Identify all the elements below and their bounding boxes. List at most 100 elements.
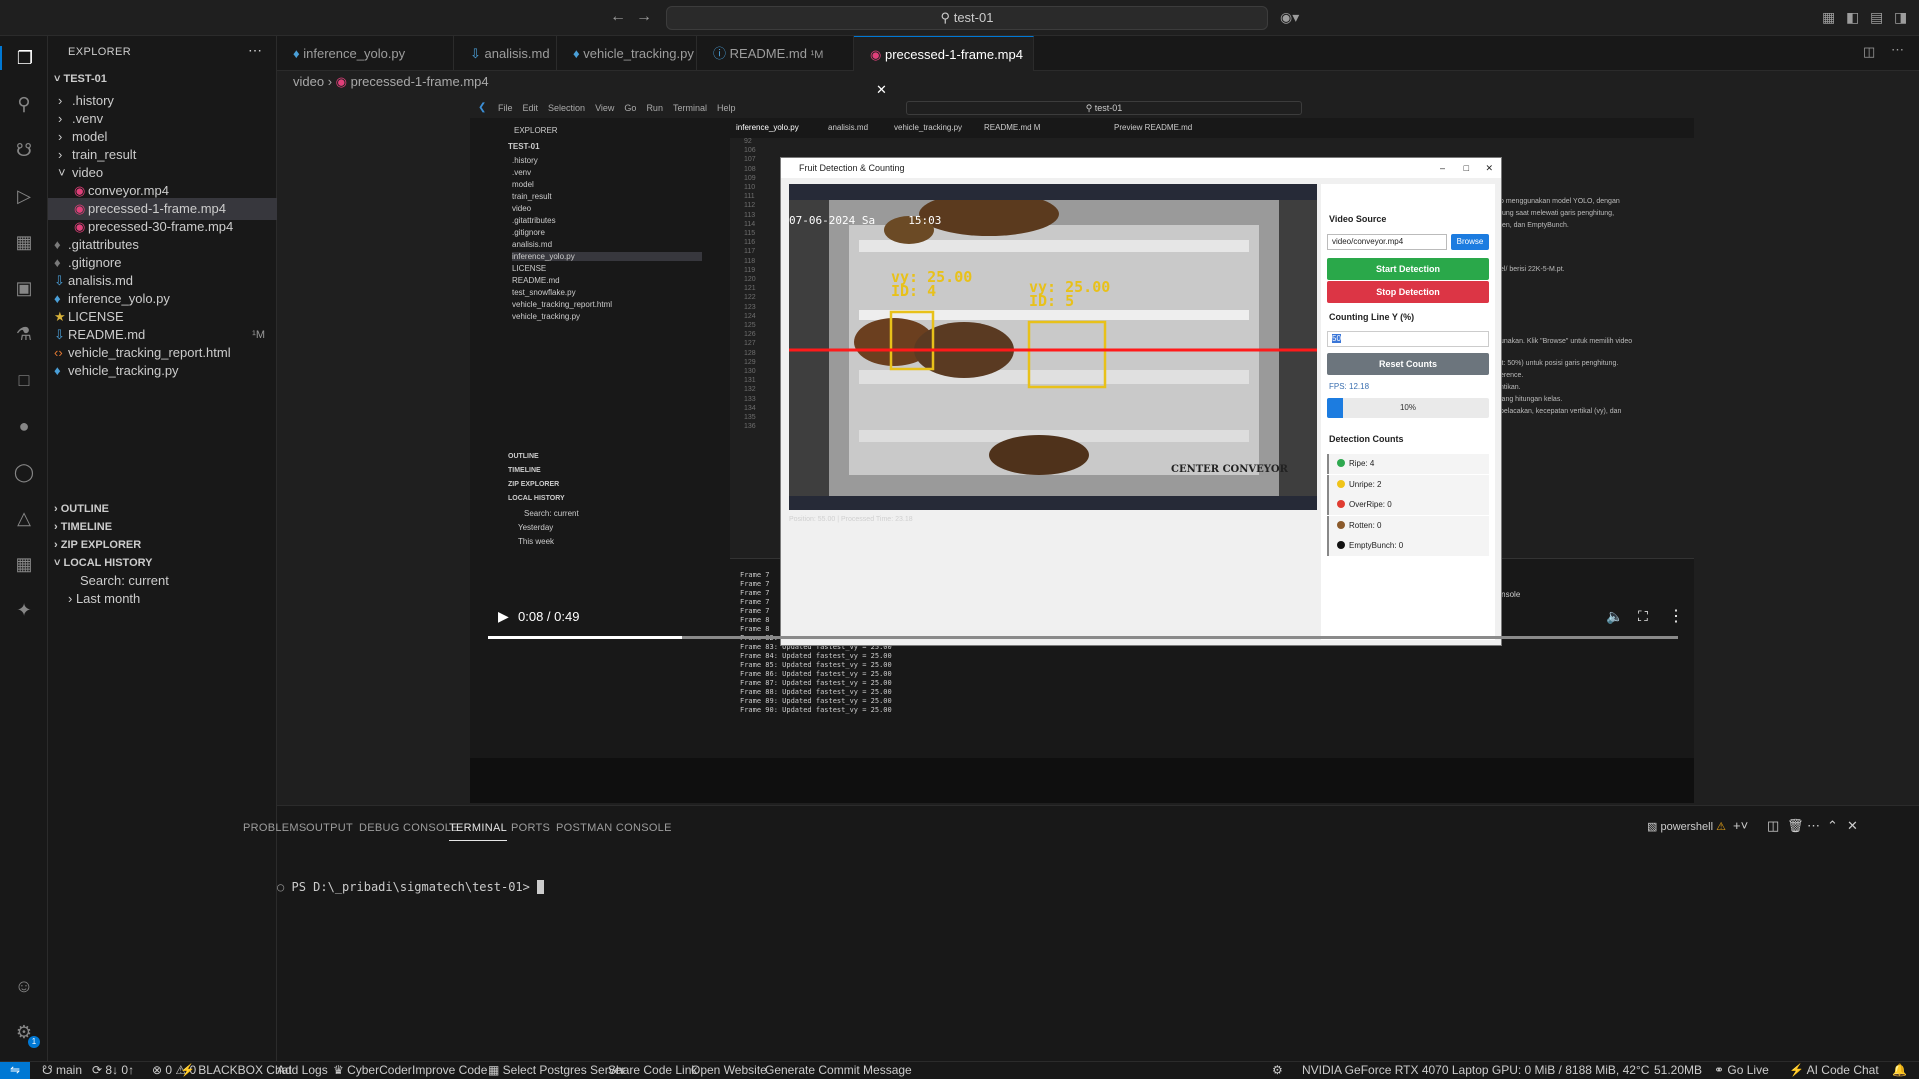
volume-icon[interactable]: 🔈 [1606, 608, 1623, 625]
line-number: 107 [744, 156, 756, 164]
database-icon[interactable]: ◯ [12, 460, 36, 484]
readme-text: el/ berisi 22K-5-M.pt. [1500, 266, 1565, 273]
class-color-dot [1337, 520, 1345, 529]
tab-readme[interactable]: ⓘ README.md ¹M [697, 36, 854, 71]
kill-terminal-icon[interactable]: 🗑 [1787, 818, 1804, 834]
remote-indicator-icon[interactable]: ⇋ [0, 1062, 30, 1079]
forward-arrow-icon[interactable]: → [636, 8, 652, 26]
notifications-icon[interactable]: 🔔 [1892, 1062, 1907, 1079]
toggle-sidebar-icon[interactable]: ◧ [1846, 9, 1859, 26]
inner-menu-item: Help [716, 103, 736, 113]
play-icon[interactable]: ▶ [498, 608, 509, 625]
more-actions-icon[interactable]: ⋯ [248, 42, 262, 59]
inner-tab: README.md M [984, 123, 1041, 132]
terminal-line: Frame 85: Updated fastest_vy = 25.00 [740, 661, 892, 669]
kubernetes-icon[interactable]: ✦ [12, 598, 36, 622]
workspace-root[interactable]: ˅ TEST-01 [48, 68, 277, 90]
status-item[interactable]: Open Website [691, 1062, 767, 1079]
run-debug-icon[interactable]: ▷ [12, 184, 36, 208]
panel-tab[interactable]: OUTPUT [306, 822, 353, 834]
minimize-icon[interactable]: – [1440, 158, 1445, 178]
inner-tab: Preview README.md [1114, 123, 1193, 132]
inner-menu-item: File [498, 103, 513, 113]
status-item[interactable]: Improve Code [412, 1062, 487, 1079]
source-control-icon[interactable]: ☋ [12, 138, 36, 162]
terminal-prompt[interactable]: ○ PS D:\_pribadi\sigmatech\test-01> [277, 880, 545, 894]
command-center-search[interactable]: ⚲ test-01 [666, 6, 1268, 30]
start-detection-button[interactable]: Start Detection [1327, 258, 1489, 280]
status-item[interactable]: ⚡ BLACKBOX Chat [180, 1062, 292, 1079]
video-source-label: Video Source [1329, 214, 1387, 224]
editor-more-icon[interactable]: ⋯ [1891, 42, 1904, 58]
inner-file-item: video [512, 204, 532, 213]
status-item[interactable]: ♛ CyberCoder [333, 1062, 412, 1079]
video-player[interactable]: ❮ File Edit Selection View Go Run Terminal Help… [470, 98, 1694, 803]
explorer-icon[interactable]: ❐ [0, 46, 48, 70]
status-item[interactable]: Generate Commit Message [765, 1062, 912, 1079]
title-bar: ← → ⚲ test-01 ◉▾ ▦ ◧ ▤ ◨ [0, 0, 1919, 36]
inner-gutter: 92 106 107 108 109 110 111 112 113 114 115 116 117 11… [730, 138, 768, 558]
customize-layout-icon[interactable]: ▦ [1822, 9, 1835, 26]
split-editor-icon[interactable]: ◫ [1863, 44, 1875, 60]
terminal-shell-selector[interactable]: ▧ powershell ⚠ [1647, 820, 1726, 833]
reset-counts-button[interactable]: Reset Counts [1327, 353, 1489, 375]
back-arrow-icon[interactable]: ← [610, 8, 626, 26]
panel-tab[interactable]: PROBLEMS [243, 822, 307, 834]
toggle-secondary-sidebar-icon[interactable]: ◨ [1894, 9, 1907, 26]
tab-analisis[interactable]: ⇩ analisis.md [454, 36, 557, 71]
readme-text: pelacakan, kecepatan vertikal (vy), dan [1500, 408, 1622, 415]
conveyor-image [789, 200, 1317, 496]
readme-text: unakan. Klik "Browse" untuk memilih vide… [1500, 338, 1633, 345]
status-item[interactable]: ▦ Select Postgres Server [488, 1062, 625, 1079]
more-options-icon[interactable]: ⋮ [1668, 606, 1684, 626]
tab-inference-yolo[interactable]: ♦ inference_yolo.py [277, 36, 454, 71]
line-number: 106 [744, 147, 756, 155]
close-icon[interactable]: ✕ [876, 82, 887, 97]
tab-precessed-1-frame[interactable]: ◉ precessed-1-frame.mp4 ✕ [854, 36, 1034, 97]
remote-explorer-icon[interactable]: ▣ [12, 276, 36, 300]
stop-detection-button[interactable]: Stop Detection [1327, 281, 1489, 303]
branch-indicator[interactable]: ☋ main [42, 1062, 82, 1079]
close-panel-icon[interactable]: ✕ [1847, 818, 1858, 834]
toggle-panel-icon[interactable]: ▤ [1870, 9, 1883, 26]
video-path-input[interactable]: video/conveyor.mp4 [1327, 234, 1447, 250]
chat-icon[interactable]: □ [12, 368, 36, 392]
history-group[interactable]: › Last month [48, 588, 277, 610]
testing-icon[interactable]: ⚗ [12, 322, 36, 346]
copilot-icon[interactable]: ◉▾ [1280, 9, 1299, 26]
ai-code-chat-button[interactable]: ⚡ AI Code Chat [1789, 1062, 1879, 1079]
video-time: 0:08 / 0:49 [518, 609, 580, 624]
inner-file-item: inference_yolo.py [512, 252, 702, 261]
browse-button[interactable]: Browse [1451, 234, 1489, 250]
account-icon[interactable]: ☺ [12, 974, 36, 998]
panel-tab[interactable]: DEBUG CONSOLE [359, 822, 459, 834]
counting-line-input[interactable]: 50 [1327, 331, 1489, 347]
status-item[interactable]: Share Code Link [608, 1062, 697, 1079]
panel-tab[interactable]: PORTS [511, 822, 550, 834]
status-item[interactable]: Add Logs [277, 1062, 328, 1079]
close-icon[interactable]: ✕ [1485, 158, 1493, 178]
panel-tab[interactable]: TERMINAL [449, 822, 508, 841]
docker-icon[interactable]: △ [12, 506, 36, 530]
inner-menu-item: View [595, 103, 615, 113]
conveyor-watermark: CENTER CONVEYOR [1171, 464, 1288, 475]
new-terminal-icon[interactable]: +˅ [1733, 818, 1748, 833]
maximize-panel-icon[interactable]: ⌃ [1827, 818, 1838, 834]
tab-vehicle-tracking[interactable]: ♦ vehicle_tracking.py [557, 36, 697, 71]
tree-item[interactable]: ♦ vehicle_tracking.py [48, 360, 277, 382]
line-number: 108 [744, 165, 756, 173]
search-icon[interactable]: ⚲ [12, 92, 36, 116]
detection-video-pane: 07-06-2024 Sa 15:03 vy: 25.00 ID: 4 vy: … [789, 184, 1317, 510]
go-live-button[interactable]: ⚭ Go Live [1714, 1062, 1769, 1079]
blackbox-icon[interactable]: ▦ [12, 552, 36, 576]
split-terminal-icon[interactable]: ◫ [1767, 818, 1779, 834]
maximize-icon[interactable]: □ [1464, 158, 1469, 178]
postman-icon[interactable]: ● [12, 414, 36, 438]
panel-tab[interactable]: POSTMAN CONSOLE [556, 822, 672, 834]
fullscreen-icon[interactable]: ⛶ [1638, 608, 1648, 625]
panel-more-icon[interactable]: ⋯ [1807, 818, 1820, 834]
sync-indicator[interactable]: ⟳ 8↓ 0↑ [92, 1062, 134, 1079]
seek-bar[interactable] [488, 636, 1678, 639]
extensions-icon[interactable]: ▦ [12, 230, 36, 254]
line-number: 126 [744, 331, 756, 339]
